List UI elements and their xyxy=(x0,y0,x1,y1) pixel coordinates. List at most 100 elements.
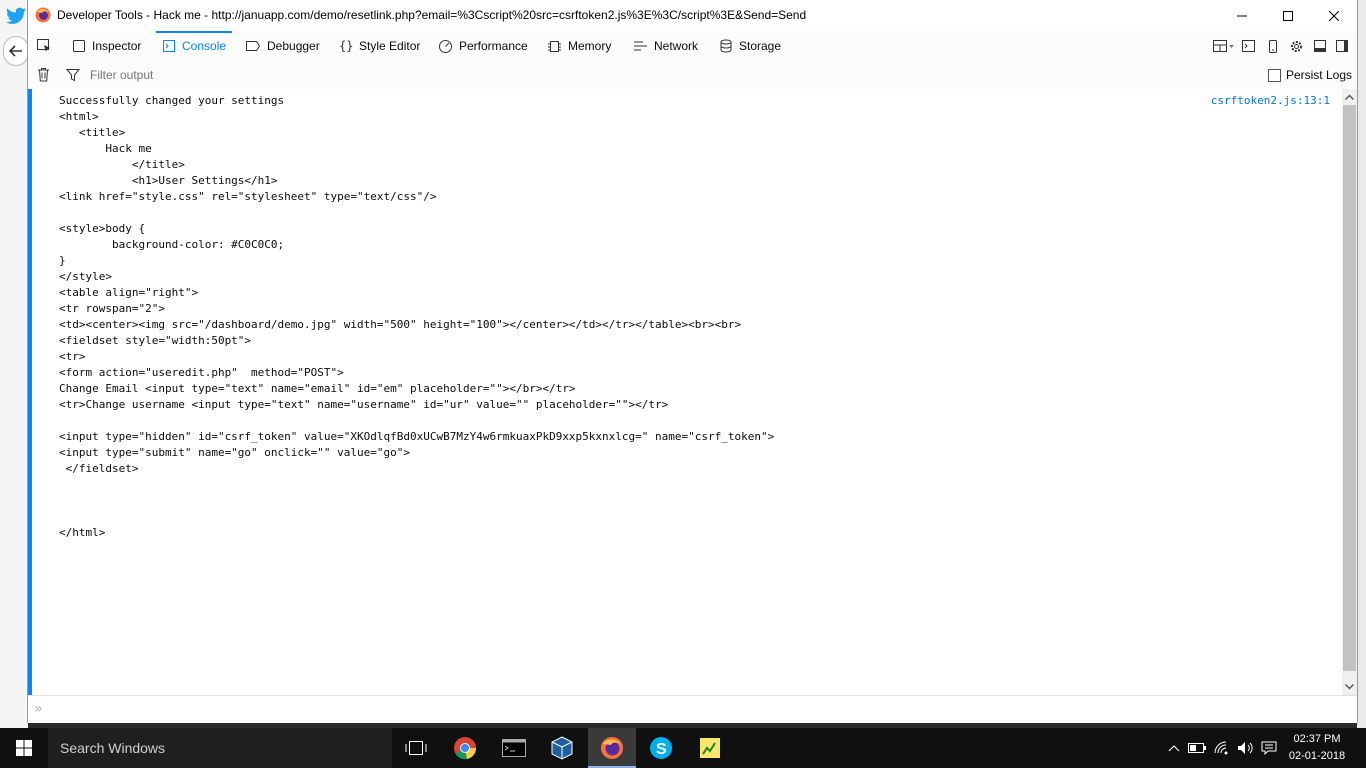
skype-icon: S xyxy=(650,737,672,759)
volume-tray-icon[interactable] xyxy=(1236,728,1256,768)
chrome-icon xyxy=(454,737,477,760)
debugger-icon xyxy=(246,41,261,51)
battery-icon xyxy=(1188,743,1206,753)
persist-logs-label: Persist Logs xyxy=(1285,68,1352,82)
dock-side-button[interactable] xyxy=(1335,31,1349,61)
terminal-icon xyxy=(502,739,526,757)
spreadsheet-app-icon xyxy=(700,738,720,758)
tab-debugger[interactable]: Debugger xyxy=(245,31,320,61)
console-log-line: </style> xyxy=(59,270,112,283)
battery-tray-icon[interactable] xyxy=(1187,728,1207,768)
performance-icon xyxy=(439,39,452,53)
console-filter-bar: Persist Logs xyxy=(28,61,1357,90)
prompt-chevron-icon: » xyxy=(34,701,43,717)
windows-logo-icon xyxy=(16,740,32,756)
skype-taskbar-button[interactable]: S xyxy=(637,728,685,768)
scroll-up-arrow[interactable] xyxy=(1342,89,1357,105)
chevron-down-icon xyxy=(1345,684,1354,690)
devtools-toolbar: Inspector Console Debugger {} Style Edit… xyxy=(28,31,1357,62)
window-title: Developer Tools - Hack me - http://janua… xyxy=(57,8,807,22)
firefox-taskbar-button[interactable] xyxy=(588,728,636,768)
trash-icon[interactable] xyxy=(37,67,50,82)
tab-style-editor[interactable]: {} Style Editor xyxy=(339,31,420,61)
console-log-line: <style>body { xyxy=(59,222,146,235)
persist-logs-toggle[interactable]: Persist Logs xyxy=(1267,68,1352,82)
start-button[interactable] xyxy=(0,728,48,768)
maximize-button[interactable] xyxy=(1265,0,1311,31)
close-button[interactable] xyxy=(1311,0,1357,31)
tab-memory-label: Memory xyxy=(568,39,612,53)
virtualbox-icon xyxy=(551,736,573,760)
tab-console-label: Console xyxy=(182,39,227,53)
taskbar-search-box[interactable]: Search Windows xyxy=(48,728,392,768)
terminal-taskbar-button[interactable] xyxy=(490,728,538,768)
settings-button[interactable] xyxy=(1289,31,1304,61)
scratchpad-icon xyxy=(1242,40,1255,52)
taskbar-search-placeholder: Search Windows xyxy=(60,740,166,756)
show-hidden-icons-button[interactable] xyxy=(1165,728,1183,768)
tab-style-editor-label: Style Editor xyxy=(359,39,421,53)
clock-time: 02:37 PM xyxy=(1293,733,1341,745)
chrome-taskbar-button[interactable] xyxy=(441,728,489,768)
tab-performance[interactable]: Performance xyxy=(438,31,528,61)
console-log-line: <tr>Change username <input type="text" n… xyxy=(59,398,669,411)
firefox-icon xyxy=(35,7,51,23)
task-view-button[interactable] xyxy=(392,728,440,768)
tab-inspector-label: Inspector xyxy=(92,39,142,53)
twitter-icon xyxy=(6,7,26,24)
console-log-line: <html> xyxy=(59,110,99,123)
tab-storage[interactable]: Storage xyxy=(719,31,781,61)
frame-select-button[interactable] xyxy=(1212,31,1234,61)
console-log-line: <link href="style.css" rel="stylesheet" … xyxy=(59,190,437,203)
back-button[interactable] xyxy=(3,36,29,66)
virtualbox-taskbar-button[interactable] xyxy=(538,728,586,768)
filter-output-input[interactable] xyxy=(84,65,796,85)
storage-icon xyxy=(720,39,732,53)
speaker-icon xyxy=(1238,742,1253,754)
responsive-design-button[interactable] xyxy=(1268,31,1278,61)
task-view-icon xyxy=(405,741,427,755)
style-editor-icon: {} xyxy=(339,39,353,53)
scroll-thumb[interactable] xyxy=(1343,105,1356,671)
console-command-input[interactable] xyxy=(56,700,1330,720)
console-log-line: } xyxy=(59,254,66,267)
tab-network[interactable]: Network xyxy=(633,31,698,61)
console-output: Successfully changed your settings <html… xyxy=(28,89,1342,695)
scroll-down-arrow[interactable] xyxy=(1342,679,1357,695)
element-picker-button[interactable] xyxy=(36,31,58,61)
tab-memory[interactable]: Memory xyxy=(547,31,611,61)
console-log-line: </html> xyxy=(59,526,106,539)
tab-console[interactable]: Console xyxy=(155,31,233,61)
tab-debugger-label: Debugger xyxy=(267,39,320,53)
persist-logs-checkbox[interactable] xyxy=(1267,68,1281,82)
devtools-window: Developer Tools - Hack me - http://janua… xyxy=(28,0,1357,723)
taskbar-clock[interactable]: 02:37 PM 02-01-2018 xyxy=(1282,731,1352,765)
console-log-line: <h1>User Settings</h1> xyxy=(59,174,278,187)
element-picker-icon xyxy=(37,39,50,52)
chevron-up-icon xyxy=(1345,94,1354,100)
gear-icon xyxy=(1291,40,1302,52)
scratchpad-button[interactable] xyxy=(1241,31,1256,61)
dock-bottom-button[interactable] xyxy=(1313,31,1327,61)
console-log-line: <tr> xyxy=(59,350,86,363)
clock-date: 02-01-2018 xyxy=(1288,750,1346,762)
console-log-line: <fieldset style="width:50pt"> xyxy=(59,334,252,347)
inspector-icon xyxy=(73,40,85,52)
notifications-tray-icon[interactable] xyxy=(1258,728,1280,768)
console-log-message: Successfully changed your settings <html… xyxy=(59,93,774,541)
tab-inspector[interactable]: Inspector xyxy=(72,31,141,61)
minimize-button[interactable] xyxy=(1219,0,1265,31)
console-log-line: background-color: #C0C0C0; xyxy=(59,238,285,251)
source-location-link[interactable]: csrftoken2.js:13:1 xyxy=(1211,93,1330,109)
tab-storage-label: Storage xyxy=(739,39,782,53)
console-log-line: <table align="right"> xyxy=(59,286,199,299)
responsive-icon xyxy=(1269,39,1277,53)
wifi-tray-icon[interactable] xyxy=(1212,728,1232,768)
vertical-scrollbar[interactable] xyxy=(1342,89,1357,695)
frames-icon xyxy=(1213,40,1234,52)
filter-icon xyxy=(66,69,80,82)
console-log-line: <title> xyxy=(59,126,126,139)
console-log-line: Successfully changed your settings xyxy=(59,94,285,107)
sticky-app-taskbar-button[interactable] xyxy=(686,728,734,768)
console-message-marker xyxy=(28,89,32,695)
